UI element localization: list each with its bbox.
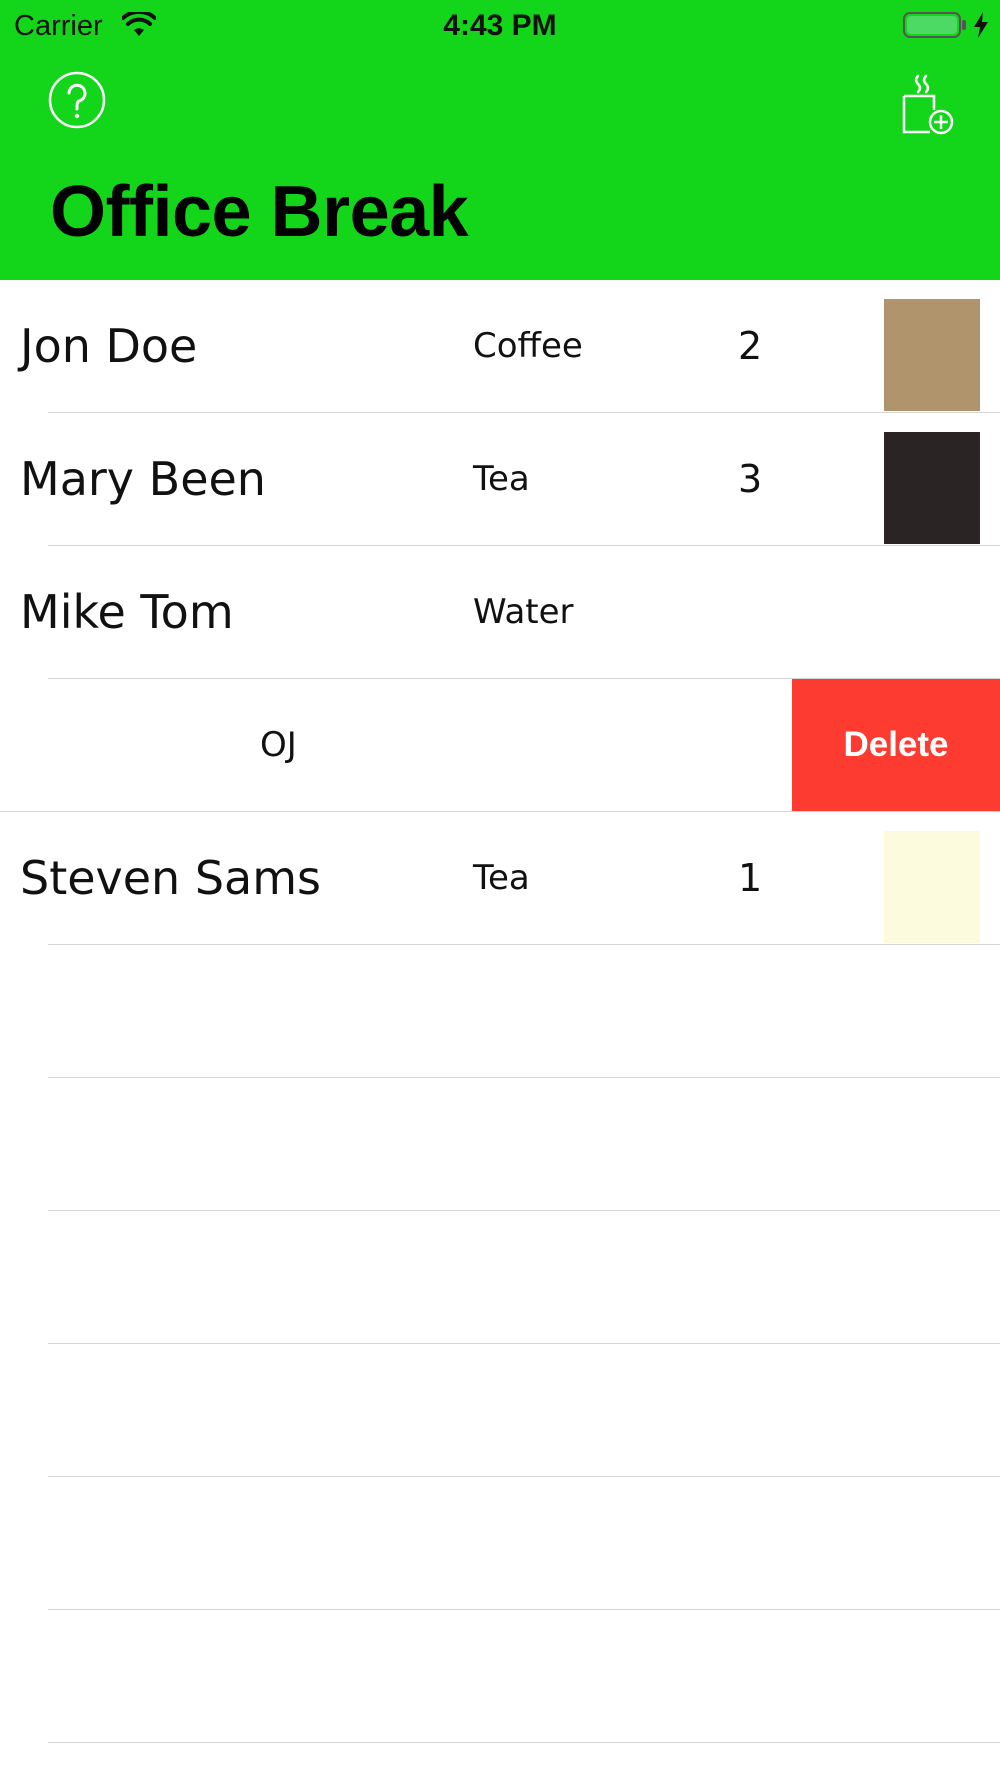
row-content[interactable]: Jon Doe Coffee 2: [0, 280, 1000, 412]
person-name: Mike Tom: [20, 585, 234, 639]
row-content[interactable]: y OJ: [0, 679, 787, 811]
table-row[interactable]: Mary Been Tea 3: [0, 413, 1000, 545]
color-swatch: [884, 831, 980, 943]
drink-label: Tea: [473, 459, 530, 499]
empty-row-divider: [48, 1077, 1000, 1078]
person-name: Jon Doe: [20, 319, 198, 373]
quantity-label: 1: [738, 856, 763, 900]
color-swatch: [884, 299, 980, 411]
empty-row-divider: [48, 1609, 1000, 1610]
status-bar: Carrier 4:43 PM: [0, 0, 1000, 50]
delete-button[interactable]: Delete: [792, 679, 1000, 811]
empty-row-divider: [48, 1742, 1000, 1743]
row-content[interactable]: Steven Sams Tea 1: [0, 812, 1000, 944]
row-divider: [48, 944, 1000, 945]
navigation-bar: Carrier 4:43 PM Office Break: [0, 0, 1000, 280]
empty-row-divider: [48, 1343, 1000, 1344]
quantity-label: 3: [738, 457, 763, 501]
cup-add-icon[interactable]: [896, 72, 956, 136]
table-row[interactable]: Jon Doe Coffee 2: [0, 280, 1000, 412]
table-row-swiped[interactable]: y OJ Delete: [0, 679, 1000, 811]
table-row[interactable]: Mike Tom Water: [0, 546, 1000, 678]
person-name: Mary Been: [20, 452, 266, 506]
charging-bolt-icon: [974, 12, 988, 38]
drink-label: Water: [473, 592, 574, 632]
empty-row-divider: [48, 1476, 1000, 1477]
battery-icon: [903, 12, 966, 38]
question-circle-icon[interactable]: [48, 71, 106, 129]
page-title: Office Break: [50, 172, 469, 252]
quantity-label: 2: [738, 324, 763, 368]
clock-label: 4:43 PM: [443, 9, 557, 42]
color-swatch: [884, 432, 980, 544]
empty-row-divider: [48, 1210, 1000, 1211]
drink-label: OJ: [260, 725, 297, 765]
row-content[interactable]: Mary Been Tea 3: [0, 413, 1000, 545]
table-row[interactable]: Steven Sams Tea 1: [0, 812, 1000, 944]
drink-label: Coffee: [473, 326, 583, 366]
person-name: Steven Sams: [20, 851, 321, 905]
drink-label: Tea: [473, 858, 530, 898]
row-content[interactable]: Mike Tom Water: [0, 546, 1000, 678]
